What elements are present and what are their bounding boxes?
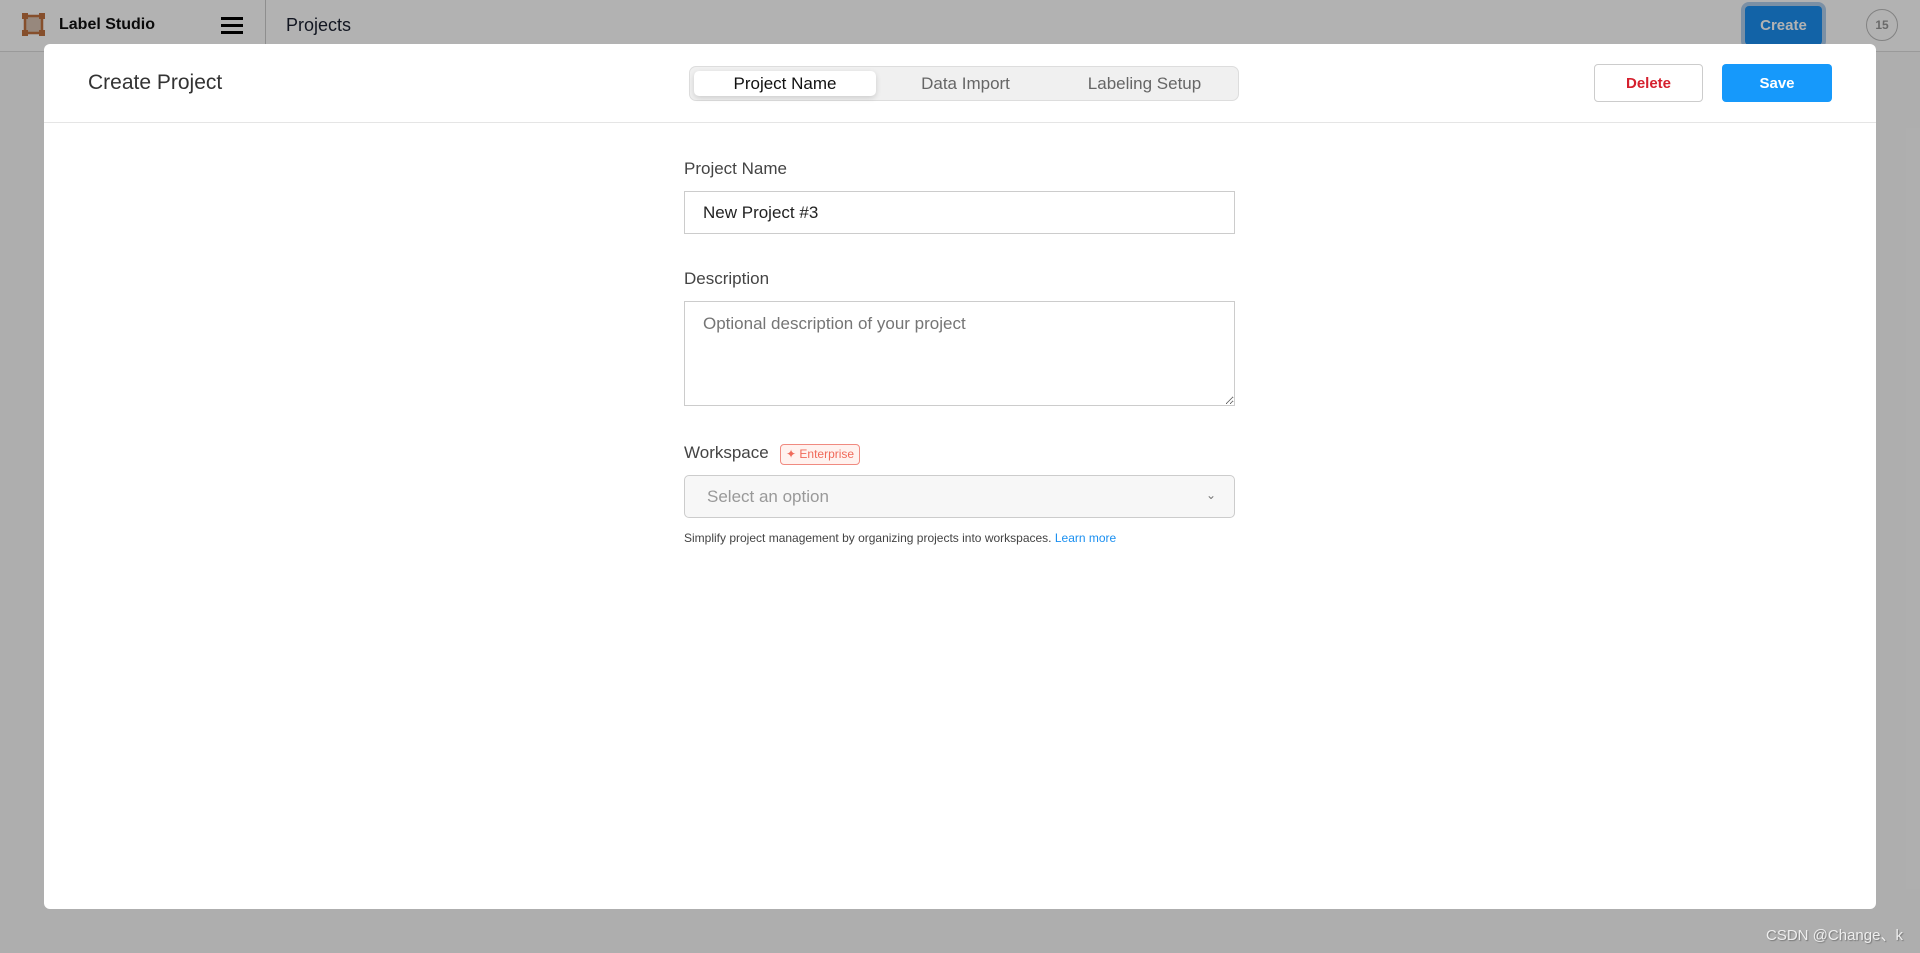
tab-data-import[interactable]: Data Import <box>876 71 1055 96</box>
learn-more-link[interactable]: Learn more <box>1055 531 1116 545</box>
delete-button[interactable]: Delete <box>1594 64 1703 102</box>
workspace-select-placeholder: Select an option <box>707 486 829 506</box>
step-tabs: Project Name Data Import Labeling Setup <box>689 66 1239 101</box>
create-project-modal: Create Project Project Name Data Import … <box>44 44 1876 909</box>
help-text: Simplify project management by organizin… <box>684 531 1052 545</box>
tab-labeling-setup[interactable]: Labeling Setup <box>1055 71 1234 96</box>
enterprise-badge: ✦ Enterprise <box>780 444 861 465</box>
description-label: Description <box>684 269 770 288</box>
workspace-label: Workspace <box>684 443 769 462</box>
chevron-down-icon: ⌄ <box>1205 488 1216 502</box>
modal-title: Create Project <box>88 71 223 94</box>
project-name-input[interactable] <box>684 191 1235 234</box>
description-textarea[interactable] <box>684 301 1235 406</box>
save-button[interactable]: Save <box>1722 64 1832 102</box>
modal-header: Create Project Project Name Data Import … <box>44 44 1876 123</box>
watermark: CSDN @Change、k <box>1766 927 1903 944</box>
tab-project-name[interactable]: Project Name <box>694 71 876 96</box>
project-name-label: Project Name <box>684 159 787 178</box>
sparkle-icon: ✦ <box>786 447 800 461</box>
enterprise-badge-label: Enterprise <box>799 447 855 461</box>
workspace-help-text: Simplify project management by organizin… <box>684 531 1116 545</box>
workspace-select[interactable]: Select an option ⌄ <box>684 475 1235 518</box>
